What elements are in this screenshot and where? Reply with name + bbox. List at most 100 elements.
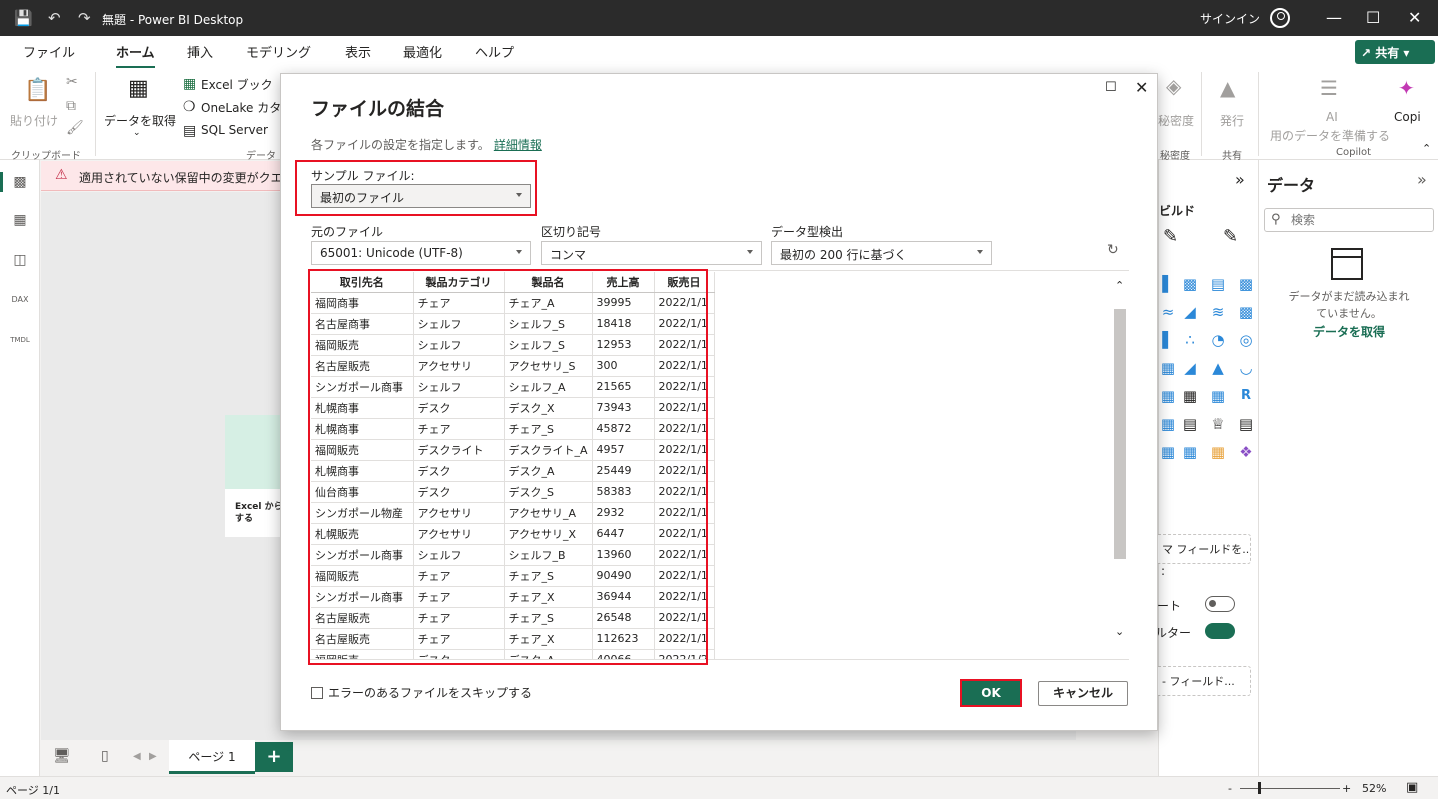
collapse-ribbon-icon[interactable]: ⌃ <box>1422 142 1431 155</box>
matrix-icon[interactable]: ▦ <box>1208 386 1228 406</box>
cancel-button[interactable]: キャンセル <box>1038 681 1128 706</box>
preview-scrollbar[interactable]: ⌃ ⌄ <box>1111 271 1129 659</box>
next-page-icon[interactable]: ▶ <box>149 751 157 762</box>
gauge-icon[interactable]: ◡ <box>1236 358 1256 378</box>
dax-query-view-icon[interactable]: DAX <box>10 290 30 310</box>
add-drillthrough-fields-button[interactable]: - フィールド... <box>1155 666 1251 696</box>
r-visual-icon[interactable]: R <box>1236 386 1256 406</box>
line-chart-icon[interactable]: ≈ <box>1158 302 1178 322</box>
save-icon[interactable]: 💾 <box>14 9 33 27</box>
zoom-out-button[interactable]: - <box>1228 782 1232 795</box>
cross-report-toggle[interactable] <box>1205 623 1235 639</box>
mobile-layout-icon[interactable]: ▯ <box>101 748 109 764</box>
data-search-input[interactable] <box>1291 211 1429 229</box>
fit-to-page-icon[interactable]: ▣ <box>1406 780 1418 795</box>
report-view-icon[interactable]: ▩ <box>0 172 30 192</box>
chevron-down-icon[interactable]: ⌄ <box>133 128 141 138</box>
line-column-icon[interactable]: ≋ <box>1208 302 1228 322</box>
area-chart-icon[interactable]: ◢ <box>1180 302 1200 322</box>
clustered-bar-icon[interactable]: ▤ <box>1208 274 1228 294</box>
close-window-icon[interactable]: ✕ <box>1408 8 1421 27</box>
smart-narrative-icon[interactable]: ▤ <box>1236 414 1256 434</box>
map-icon[interactable]: ◢ <box>1180 358 1200 378</box>
sign-in-link[interactable]: サインイン <box>1200 10 1260 27</box>
column-chart-icon[interactable]: ▩ <box>1236 274 1256 294</box>
prepare-data-button[interactable]: 用のデータを準備する <box>1270 127 1390 144</box>
copy-icon[interactable]: ⧉ <box>66 98 76 114</box>
collapse-data-pane-icon[interactable]: » <box>1417 170 1427 189</box>
scroll-up-icon[interactable]: ⌃ <box>1115 279 1124 292</box>
add-data-fields-button[interactable]: マ フィールドを... <box>1155 534 1251 564</box>
add-page-button[interactable]: + <box>255 742 293 772</box>
collapse-viz-pane-icon[interactable]: » <box>1235 170 1245 189</box>
tab-insert[interactable]: 挿入 <box>187 42 213 61</box>
zoom-slider-thumb[interactable] <box>1258 782 1261 794</box>
ribbon-chart-icon[interactable]: ▩ <box>1236 302 1256 322</box>
excel-workbook-button[interactable]: Excel ブック <box>201 76 273 93</box>
close-dialog-icon[interactable]: ✕ <box>1135 78 1148 97</box>
maximize-dialog-icon[interactable]: ☐ <box>1105 80 1117 95</box>
desktop-layout-icon[interactable]: 🖥 <box>53 748 71 764</box>
model-view-icon[interactable]: ◫ <box>10 250 30 270</box>
database-icon[interactable]: ▦ <box>128 76 149 101</box>
get-data-button[interactable]: データを取得 <box>104 112 176 129</box>
undo-icon[interactable]: ↶ <box>48 9 61 27</box>
format-visual-icon[interactable]: ✎ <box>1223 226 1238 247</box>
azure-map-icon[interactable]: ▲ <box>1208 358 1228 378</box>
paste-button[interactable]: 貼り付け <box>10 112 58 129</box>
waterfall-icon[interactable]: ▌ <box>1158 330 1178 350</box>
scrollbar-thumb[interactable] <box>1114 309 1126 559</box>
copilot-button[interactable]: Copi <box>1394 110 1421 124</box>
table-view-icon[interactable]: ▦ <box>10 210 30 230</box>
card-icon[interactable]: ▦ <box>1158 386 1178 406</box>
key-influencers-icon[interactable]: ▦ <box>1158 414 1178 434</box>
data-pane-get-data-link[interactable]: データを取得 <box>1259 323 1438 340</box>
source-file-select[interactable]: 65001: Unicode (UTF-8) <box>311 241 531 265</box>
ok-button[interactable]: OK <box>960 679 1022 707</box>
learn-more-link[interactable]: 詳細情報 <box>494 138 542 152</box>
ai-prepare-icon[interactable]: ☰ <box>1320 76 1338 100</box>
delimiter-select[interactable]: コンマ <box>541 241 762 265</box>
treemap-icon[interactable]: ▦ <box>1158 358 1178 378</box>
prev-page-icon[interactable]: ◀ <box>133 751 141 762</box>
sample-file-select[interactable]: 最初のファイル <box>311 184 531 208</box>
keep-filters-toggle[interactable] <box>1205 596 1235 612</box>
skip-errors-label[interactable]: エラーのあるファイルをスキップする <box>328 684 532 701</box>
skip-errors-checkbox[interactable] <box>311 687 323 699</box>
zoom-in-button[interactable]: + <box>1342 782 1351 795</box>
copilot-icon[interactable]: ✦ <box>1398 76 1415 100</box>
format-painter-icon[interactable]: 🖌 <box>66 120 84 136</box>
sql-server-button[interactable]: SQL Server <box>201 123 268 137</box>
type-detection-select[interactable]: 最初の 200 行に基づく <box>771 241 992 265</box>
power-apps-icon[interactable]: ❖ <box>1236 442 1256 462</box>
tab-help[interactable]: ヘルプ <box>475 42 514 61</box>
donut-chart-icon[interactable]: ◎ <box>1236 330 1256 350</box>
trophy-icon[interactable]: ♕ <box>1208 414 1228 434</box>
sensitivity-icon[interactable]: ◈ <box>1166 74 1181 98</box>
tab-home[interactable]: ホーム <box>116 42 155 69</box>
redo-icon[interactable]: ↷ <box>78 9 91 27</box>
pie-chart-icon[interactable]: ◔ <box>1208 330 1228 350</box>
zoom-slider[interactable] <box>1240 788 1340 789</box>
tmdl-view-icon[interactable]: TMDL <box>10 330 30 350</box>
paste-icon[interactable]: 📋 <box>24 78 51 103</box>
cut-icon[interactable]: ✂ <box>66 74 78 90</box>
tab-optimize[interactable]: 最適化 <box>403 42 442 61</box>
paginated-report-icon[interactable]: ▤ <box>1180 414 1200 434</box>
tab-view[interactable]: 表示 <box>345 42 371 61</box>
avatar-icon[interactable] <box>1270 8 1290 28</box>
tab-file[interactable]: ファイル <box>23 42 75 61</box>
build-visual-icon[interactable]: ✎ <box>1163 226 1178 247</box>
table-icon[interactable]: ▦ <box>1180 386 1200 406</box>
decomposition-tree-icon[interactable]: ▦ <box>1158 442 1178 462</box>
arcgis-icon[interactable]: ▦ <box>1208 442 1228 462</box>
image-icon[interactable]: ▦ <box>1180 442 1200 462</box>
tab-modeling[interactable]: モデリング <box>246 42 311 61</box>
publish-button[interactable]: 発行 <box>1220 112 1244 129</box>
scatter-icon[interactable]: ∴ <box>1180 330 1200 350</box>
publish-icon[interactable]: ▲ <box>1220 76 1235 100</box>
scroll-down-icon[interactable]: ⌄ <box>1115 625 1124 638</box>
refresh-preview-icon[interactable]: ↻ <box>1107 242 1119 258</box>
minimize-icon[interactable]: — <box>1326 8 1342 27</box>
page-tab[interactable]: ページ 1 <box>169 740 255 774</box>
